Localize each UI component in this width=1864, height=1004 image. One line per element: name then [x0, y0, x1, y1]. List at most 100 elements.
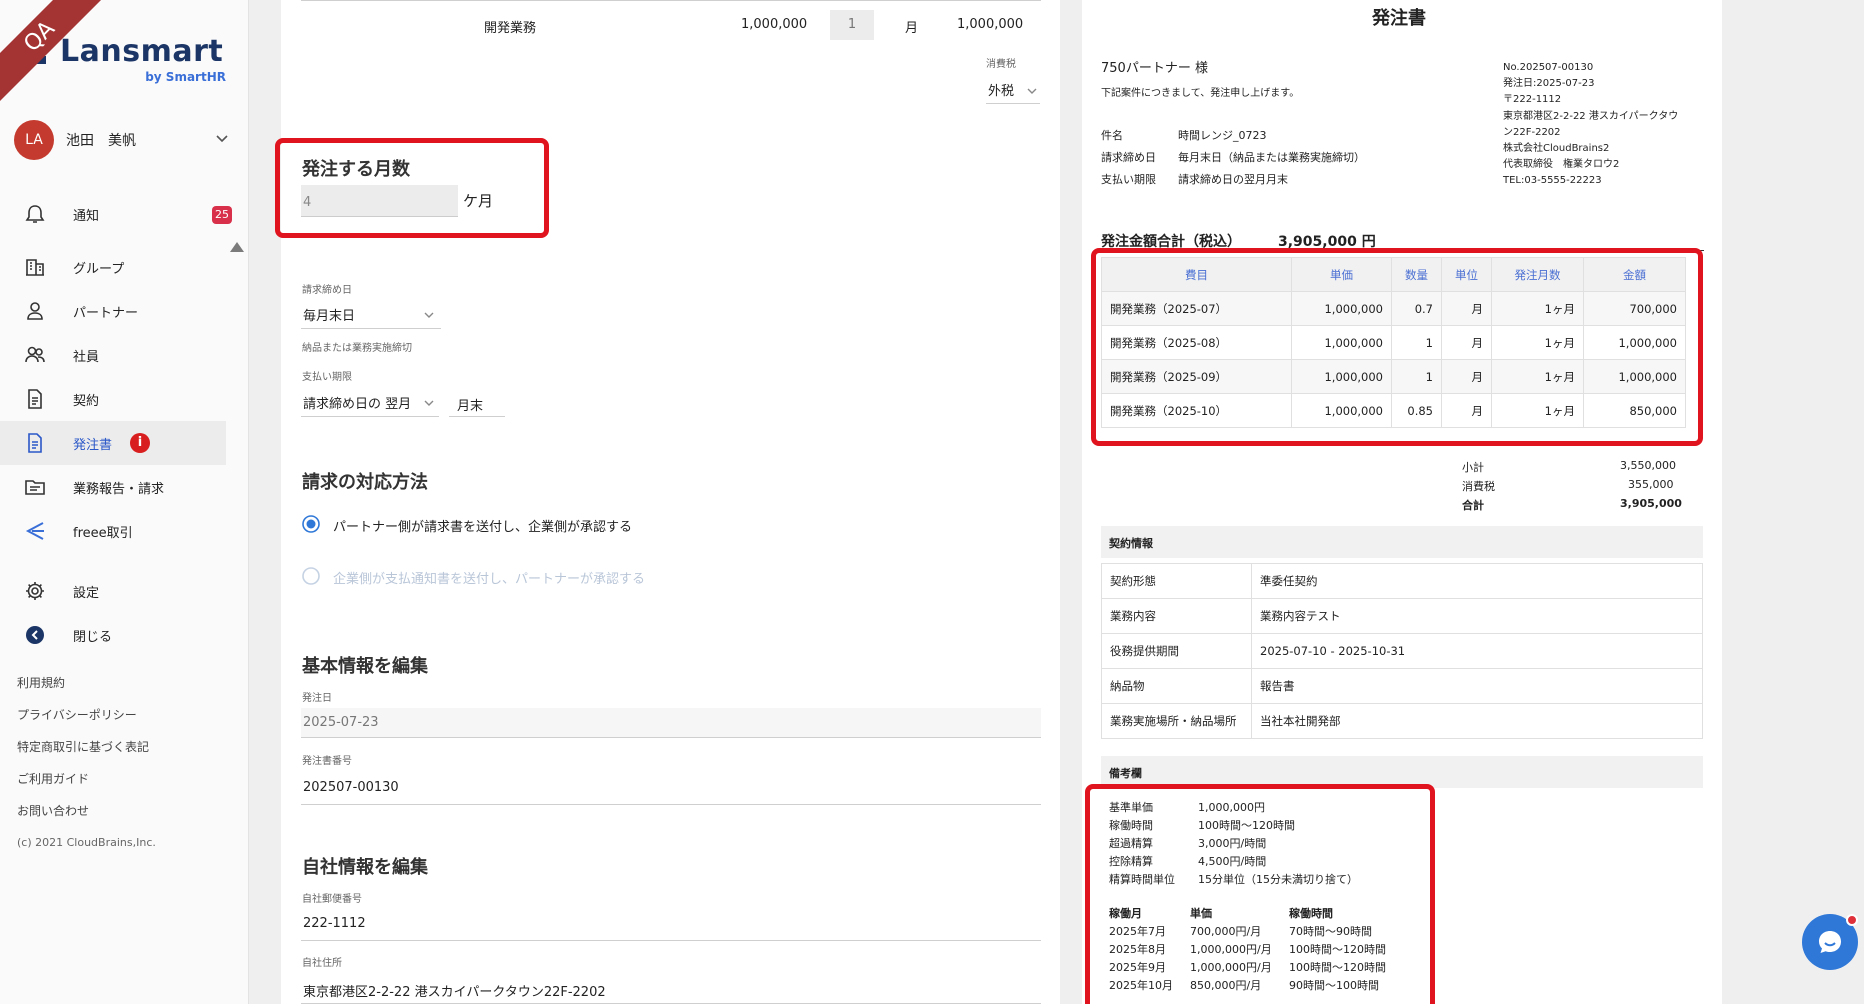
sidebar: QA Lansmart by SmartHR LA 池田 美帆 通知 25 グル… [0, 0, 249, 1004]
months-input[interactable]: 4 [301, 185, 458, 217]
items-table: 費目 単価 数量 単位 発注月数 金額 開発業務（2025-07） 1,000,… [1101, 257, 1686, 428]
payment-due-suffix-field[interactable]: 月末 [449, 385, 505, 417]
table-row: 業務実施場所・納品場所 当社本社開発部 [1101, 703, 1703, 739]
rate-month: 2025年9月 [1109, 961, 1166, 974]
rate-month: 2025年7月 [1109, 925, 1166, 938]
cell: 開発業務（2025-08） [1101, 325, 1292, 360]
footer-link-privacy[interactable]: プライバシーポリシー [17, 706, 137, 723]
logo-wordmark: Lansmart [60, 34, 224, 69]
chat-unread-dot [1846, 914, 1858, 926]
tax-select[interactable]: 外税 [986, 76, 1040, 104]
payment-due-value: 請求締め日の 翌月 [303, 397, 412, 412]
table-row: 納品物 報告書 [1101, 668, 1703, 704]
caret-up-icon[interactable] [230, 242, 244, 252]
meta-key: 件名 [1101, 129, 1123, 142]
payment-due-select[interactable]: 請求締め日の 翌月 [301, 385, 439, 417]
table-row: 開発業務（2025-10） 1,000,000 0.85 月 1ヶ月 850,0… [1101, 393, 1686, 428]
cell: 役務提供期間 [1101, 633, 1252, 669]
issuer-line: No.202507-00130 [1503, 62, 1594, 73]
nav-item-contracts[interactable]: 契約 [0, 377, 226, 421]
issuer-block: No.202507-00130 発注日:2025-07-23 〒222-1112… [1503, 60, 1678, 190]
column-header: 費目 [1101, 257, 1292, 292]
cell: 1,000,000 [1291, 393, 1392, 428]
meta-key: 支払い期限 [1101, 173, 1156, 186]
address-value: 東京都港区2-2-22 港スカイパークタウン22F-2202 [303, 985, 606, 1000]
rate-header: 稼働時間 [1289, 907, 1333, 920]
cell: 月 [1441, 359, 1492, 394]
column-header: 数量 [1391, 257, 1442, 292]
zip-value: 222-1112 [303, 916, 366, 931]
contract-table: 契約形態 準委任契約 業務内容 業務内容テスト 役務提供期間 2025-07-10 -… [1101, 563, 1703, 739]
billing-close-select[interactable]: 毎月末日 [301, 297, 441, 329]
logo-sub: by SmartHR [145, 70, 226, 84]
table-header-row: 費目 単価 数量 単位 発注月数 金額 [1101, 257, 1686, 292]
note-value: 4,500円/時間 [1198, 855, 1267, 868]
footer-link-guide[interactable]: ご利用ガイド [17, 770, 89, 787]
report-icon [25, 480, 45, 495]
building-icon [26, 259, 44, 276]
order-number-value: 202507-00130 [303, 780, 399, 795]
note-key: 控除精算 [1109, 855, 1153, 868]
purchase-order-preview: 発注書 750パートナー 様 下記案件につきまして、発注申し上げます。 件名 時… [1082, 0, 1722, 1004]
issuer-line: ン22F-2202 [1503, 126, 1561, 138]
cell: 開発業務（2025-10） [1101, 393, 1292, 428]
order-number-field[interactable]: 202507-00130 [301, 771, 1041, 805]
nav-item-purchase-orders[interactable]: 発注書 i [0, 421, 226, 465]
summary-value: 3,905,000 [1620, 497, 1682, 510]
footer-link-terms[interactable]: 利用規約 [17, 674, 65, 691]
intro-text: 下記案件につきまして、発注申し上げます。 [1101, 88, 1300, 99]
issuer-line: 〒222-1112 [1503, 94, 1562, 106]
issuer-line: TEL:03-5555-22223 [1503, 175, 1602, 187]
nav-item-freee[interactable]: freee取引 [0, 509, 226, 553]
rate-month: 2025年10月 [1109, 979, 1173, 992]
tax-label: 消費税 [986, 59, 1016, 70]
cell: 1ヶ月 [1491, 325, 1584, 360]
cell: 850,000 [1583, 393, 1686, 428]
cell: 開発業務（2025-07） [1101, 291, 1292, 326]
cell: 1,000,000 [1291, 291, 1392, 326]
nav-item-close[interactable]: 閉じる [0, 613, 226, 657]
chevron-down-icon [424, 400, 434, 406]
zip-field[interactable]: 222-1112 [301, 907, 1041, 941]
user-menu[interactable]: LA 池田 美帆 [14, 120, 234, 160]
cell: 業務内容テスト [1251, 598, 1703, 634]
user-name: 池田 美帆 [66, 133, 136, 149]
footer-link-commerce[interactable]: 特定商取引に基づく表記 [17, 738, 149, 755]
nav-label: グループ [73, 262, 125, 277]
line-item-price: 1,000,000 [741, 17, 808, 32]
cell: 1,000,000 [1291, 359, 1392, 394]
recipient: 750パートナー 様 [1101, 61, 1208, 76]
cell: 2025-07-10 - 2025-10-31 [1251, 633, 1703, 669]
nav-label: 業務報告・請求 [73, 482, 165, 497]
nav-item-reports[interactable]: 業務報告・請求 [0, 465, 226, 509]
rate-price: 1,000,000円/月 [1190, 961, 1272, 974]
copyright: (c) 2021 CloudBrains,Inc. [17, 836, 156, 849]
payment-due-label: 支払い期限 [302, 372, 352, 383]
column-header: 単価 [1291, 257, 1392, 292]
table-row: 業務内容 業務内容テスト [1101, 598, 1703, 634]
document-icon [28, 433, 42, 453]
issuer-line: 株式会社CloudBrains2 [1503, 143, 1610, 155]
chevron-down-icon [424, 312, 434, 318]
nav-item-groups[interactable]: グループ [0, 245, 226, 289]
rate-month: 2025年8月 [1109, 943, 1166, 956]
note-key: 精算時間単位 [1109, 873, 1175, 886]
billing-method-title: 請求の対応方法 [302, 472, 428, 493]
nav-item-partners[interactable]: パートナー [0, 289, 226, 333]
rate-hours: 90時間〜100時間 [1289, 979, 1379, 992]
nav-item-employees[interactable]: 社員 [0, 333, 226, 377]
doc-title: 発注書 [1372, 8, 1426, 29]
close-sidebar-icon [26, 626, 44, 644]
billing-close-hint: 納品または業務実施締切 [302, 343, 412, 354]
cell: 報告書 [1251, 668, 1703, 704]
note-value: 100時間〜120時間 [1198, 819, 1295, 832]
cell: 0.85 [1391, 393, 1442, 428]
nav-item-notifications[interactable]: 通知 25 [0, 192, 232, 236]
gear-icon [26, 582, 44, 600]
line-item-qty[interactable]: 1 [830, 10, 874, 40]
address-label: 自社住所 [302, 958, 342, 969]
footer-link-contact[interactable]: お問い合わせ [17, 802, 89, 819]
nav-item-settings[interactable]: 設定 [0, 569, 226, 613]
address-field[interactable]: 東京都港区2-2-22 港スカイパークタウン22F-2202 [301, 974, 1041, 1004]
months-title: 発注する月数 [302, 159, 410, 180]
